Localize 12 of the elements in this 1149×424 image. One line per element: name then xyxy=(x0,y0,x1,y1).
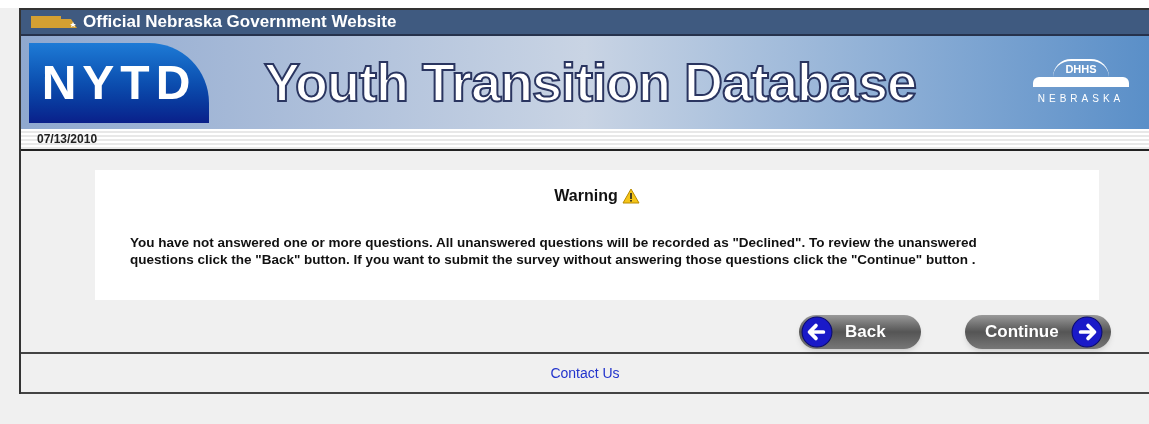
date-text: 07/13/2010 xyxy=(37,131,98,148)
continue-button[interactable]: Continue xyxy=(965,315,1111,349)
contact-us-link[interactable]: Contact Us xyxy=(550,362,620,384)
back-button[interactable]: Back xyxy=(799,315,921,349)
warning-message: You have not answered one or more questions. All unanswered questions will be recorded as "Declined". To review the unanswered questions click the "Back" button. If you want to submit the survey without answering those questions click the "Continue" button . xyxy=(130,234,978,268)
warning-title: Warning xyxy=(554,186,618,206)
government-website-title: Official Nebraska Government Website xyxy=(83,11,397,34)
nytd-logo: NYTD xyxy=(29,42,209,123)
dhhs-logo: DHHS NEBRASKA xyxy=(1033,58,1129,107)
state-map-icon xyxy=(31,14,79,30)
warning-icon xyxy=(621,188,640,204)
banner-title: Youth Transition Database xyxy=(264,51,917,114)
